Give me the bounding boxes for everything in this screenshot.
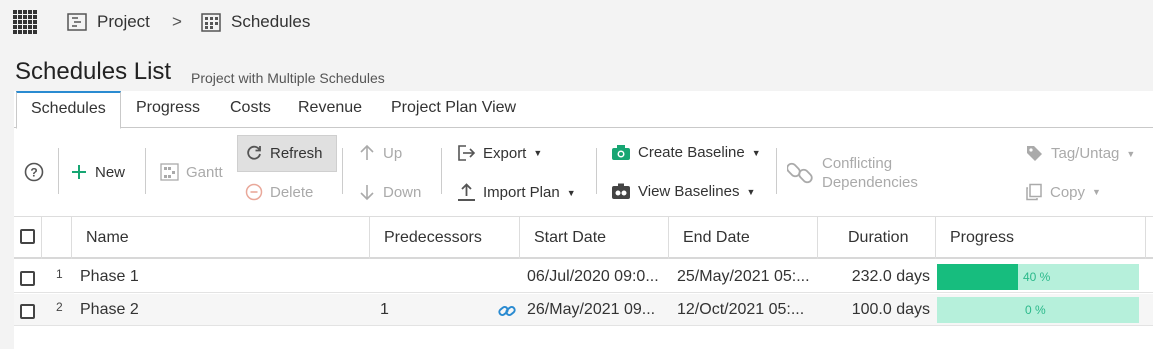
- import-plan-button[interactable]: Import Plan ▼: [457, 183, 576, 202]
- down-label: Down: [383, 183, 422, 201]
- select-all-checkbox[interactable]: [20, 229, 35, 244]
- camera-icon: [612, 145, 630, 160]
- apps-grid-icon[interactable]: [13, 10, 39, 34]
- arrow-up-icon: [360, 144, 374, 160]
- up-label: Up: [383, 144, 403, 162]
- gantt-icon: [160, 163, 179, 181]
- column-header-progress[interactable]: Progress: [936, 217, 1146, 259]
- chevron-down-icon: ▼: [751, 147, 761, 158]
- help-icon: ?: [24, 162, 44, 182]
- tab-progress[interactable]: Progress: [122, 91, 214, 128]
- page-title: Schedules List: [15, 58, 172, 85]
- column-header-name[interactable]: Name: [72, 217, 370, 259]
- new-button[interactable]: New: [70, 163, 125, 181]
- chevron-down-icon: ▼: [1126, 148, 1136, 159]
- delete-icon: [245, 183, 263, 201]
- export-label: Export: [483, 144, 527, 162]
- baselines-icon: [612, 183, 630, 199]
- duration-cell: 232.0 days: [851, 268, 930, 285]
- top-bar: Project > Schedules: [0, 0, 1153, 44]
- help-button[interactable]: ?: [24, 162, 51, 182]
- grid-header: Name Predecessors Start Date End Date Du…: [14, 217, 1153, 259]
- schedule-icon: [201, 12, 221, 32]
- chevron-down-icon: ▼: [533, 148, 543, 158]
- chevron-down-icon: ▼: [1092, 187, 1101, 197]
- breadcrumb-project[interactable]: Project: [67, 12, 150, 32]
- progress-label: 0 %: [1025, 303, 1046, 317]
- schedule-name: Phase 2: [80, 301, 139, 318]
- start-date-cell: 06/Jul/2020 09:0...: [527, 268, 659, 285]
- create-baseline-label: Create Baseline: [638, 144, 745, 161]
- project-icon: [67, 13, 87, 31]
- arrow-down-icon: [360, 185, 374, 201]
- plus-icon: [72, 165, 86, 179]
- chevron-down-icon: ▼: [746, 186, 756, 197]
- new-label: New: [95, 163, 126, 181]
- copy-button[interactable]: Copy ▼: [1025, 183, 1101, 201]
- view-baselines-label: View Baselines: [638, 183, 740, 200]
- breadcrumb-separator: >: [172, 12, 182, 31]
- tag-icon: [1027, 146, 1042, 161]
- conflicting-dependencies-button[interactable]: Conflicting Dependencies: [787, 154, 918, 192]
- delete-label: Delete: [270, 183, 314, 201]
- column-header-end-date[interactable]: End Date: [669, 217, 818, 259]
- export-button[interactable]: Export ▼: [457, 144, 542, 162]
- tag-untag-button[interactable]: Tag/Untag ▼: [1025, 144, 1135, 163]
- breadcrumb-schedules[interactable]: Schedules: [201, 12, 310, 32]
- tag-untag-label: Tag/Untag: [1051, 145, 1120, 162]
- progress-bar: 0 %: [937, 297, 1139, 323]
- import-icon: [458, 183, 475, 201]
- page-subtitle: Project with Multiple Schedules: [191, 70, 385, 86]
- tab-project-plan-view[interactable]: Project Plan View: [377, 91, 530, 128]
- link-icon[interactable]: [498, 303, 516, 319]
- column-header-predecessors[interactable]: Predecessors: [370, 217, 520, 259]
- gantt-button[interactable]: Gantt: [160, 163, 223, 181]
- chevron-down-icon: ▼: [566, 187, 576, 198]
- progress-bar: 40 %: [937, 264, 1139, 290]
- conflicting-label: Conflicting: [822, 155, 893, 172]
- row-index: 2: [56, 300, 63, 314]
- link-icon: [787, 162, 813, 184]
- down-button[interactable]: Down: [358, 183, 421, 201]
- schedule-name: Phase 1: [80, 268, 139, 285]
- table-row[interactable]: 1 Phase 1 06/Jul/2020 09:0... 25/May/202…: [14, 261, 1153, 293]
- export-icon: [458, 145, 476, 161]
- progress-fill: [937, 264, 1018, 290]
- end-date-cell: 12/Oct/2021 05:...: [677, 301, 805, 318]
- column-header-duration[interactable]: Duration: [818, 217, 936, 259]
- import-plan-label: Import Plan: [483, 184, 560, 201]
- end-date-cell: 25/May/2021 05:...: [677, 268, 810, 285]
- dependencies-label: Dependencies: [822, 174, 918, 191]
- column-header-start-date[interactable]: Start Date: [520, 217, 669, 259]
- predecessors-cell: 1: [380, 301, 389, 318]
- view-baselines-button[interactable]: View Baselines ▼: [611, 183, 755, 200]
- schedules-panel: Schedules Progress Costs Revenue Project…: [14, 91, 1153, 349]
- tab-bar: Schedules Progress Costs Revenue Project…: [14, 91, 1153, 129]
- breadcrumb-schedules-label: Schedules: [231, 12, 311, 31]
- gantt-label: Gantt: [186, 163, 223, 181]
- row-checkbox[interactable]: [20, 271, 35, 286]
- tab-schedules[interactable]: Schedules: [16, 91, 121, 129]
- select-all-cell: [14, 217, 42, 259]
- copy-label: Copy: [1050, 183, 1086, 201]
- refresh-label: Refresh: [270, 144, 323, 162]
- progress-label: 40 %: [1023, 270, 1051, 284]
- duration-cell: 100.0 days: [851, 301, 930, 318]
- start-date-cell: 26/May/2021 09...: [527, 301, 656, 318]
- create-baseline-button[interactable]: Create Baseline ▼: [611, 144, 761, 161]
- svg-text:?: ?: [30, 166, 37, 180]
- index-header: [42, 217, 72, 259]
- breadcrumb-project-label: Project: [97, 12, 150, 31]
- refresh-button[interactable]: Refresh: [245, 144, 323, 162]
- refresh-icon: [247, 145, 261, 160]
- row-index: 1: [56, 267, 63, 281]
- tab-revenue[interactable]: Revenue: [284, 91, 376, 128]
- toolbar: ? New Gantt Refresh Delete Up Down Expor…: [14, 128, 1153, 217]
- up-button[interactable]: Up: [358, 144, 402, 162]
- table-row[interactable]: 2 Phase 2 1 26/May/2021 09... 12/Oct/202…: [14, 294, 1153, 326]
- copy-icon: [1026, 183, 1042, 201]
- delete-button[interactable]: Delete: [245, 183, 313, 201]
- tab-costs[interactable]: Costs: [216, 91, 285, 128]
- row-checkbox[interactable]: [20, 304, 35, 319]
